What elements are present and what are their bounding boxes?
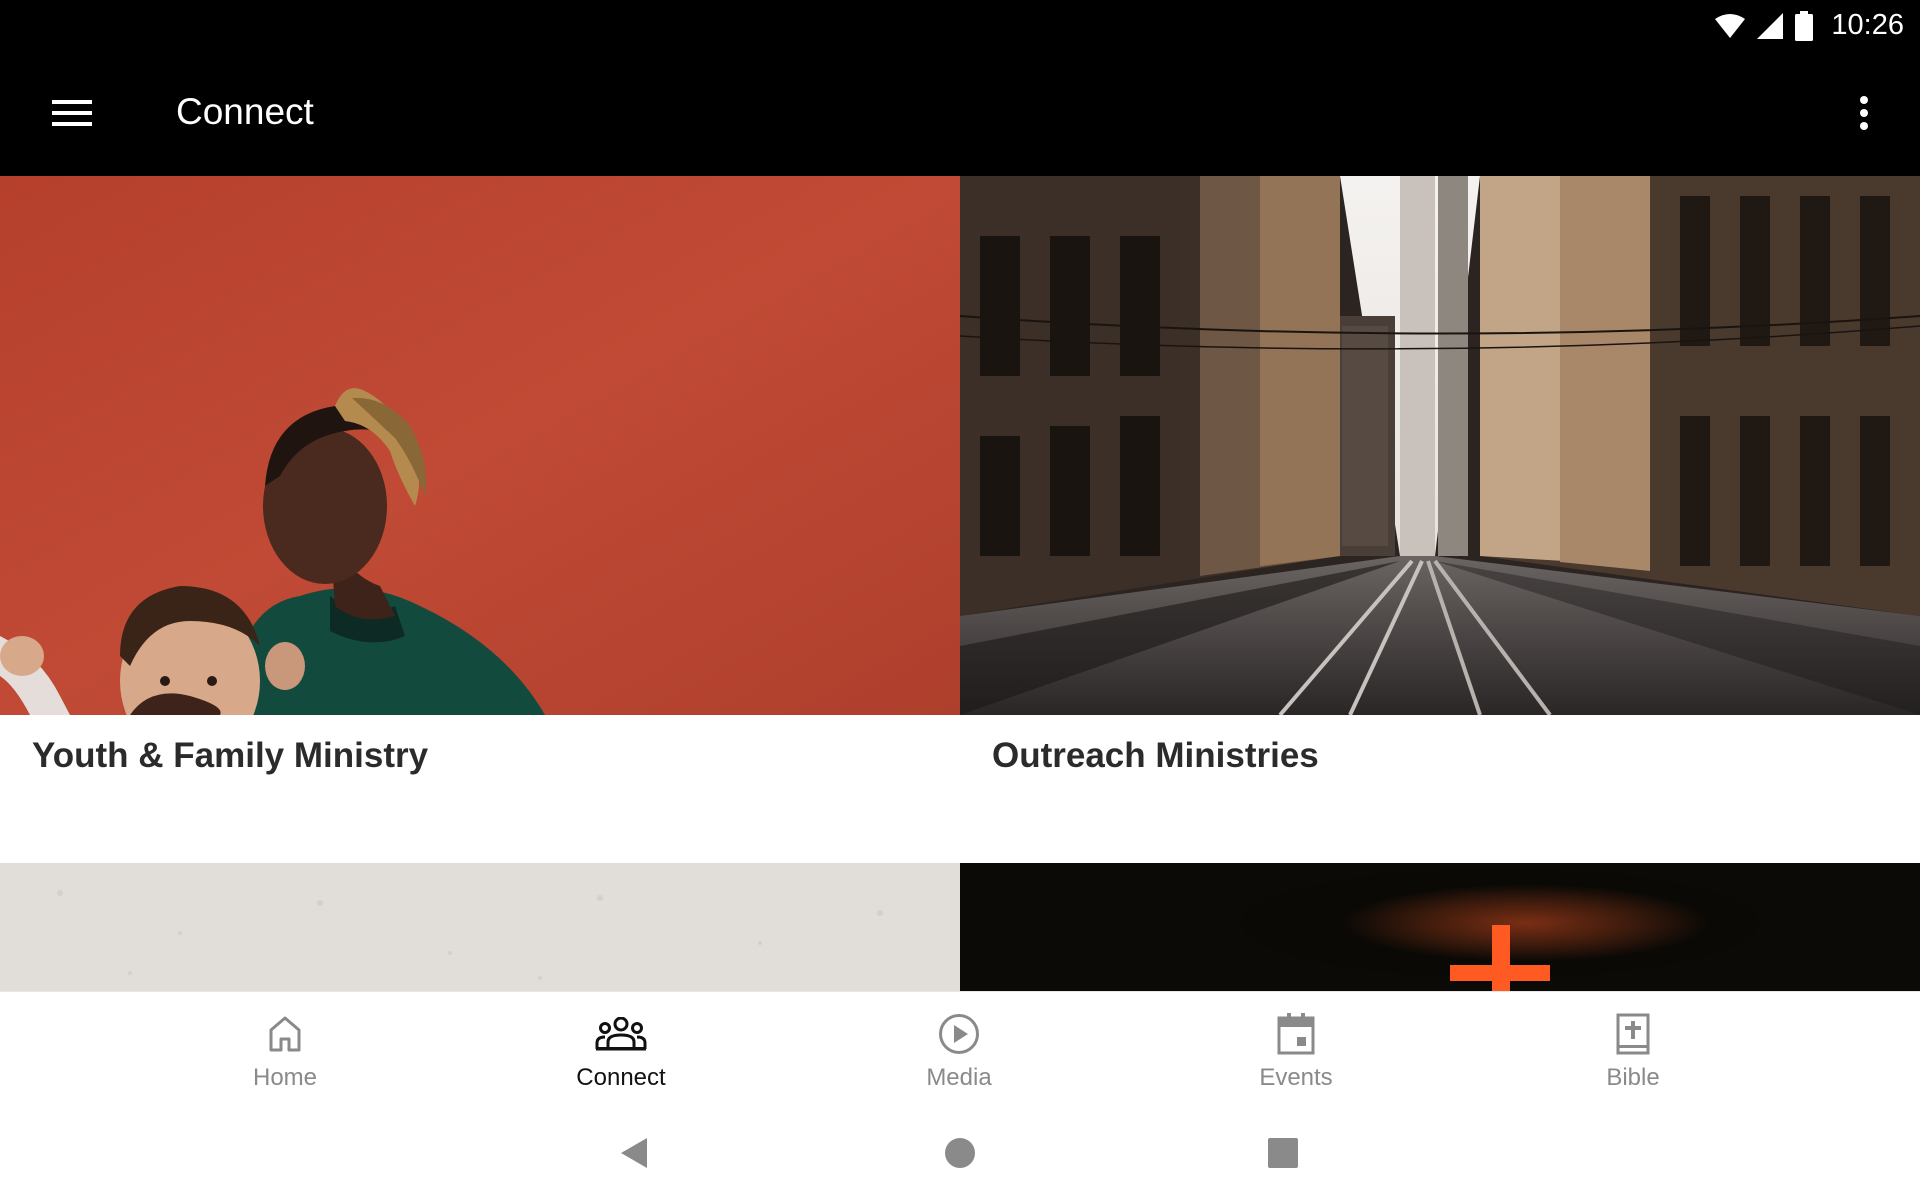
card-3[interactable]	[0, 863, 960, 991]
system-navigation-bar	[0, 1105, 1920, 1200]
card-outreach-ministries[interactable]: Outreach Ministries	[960, 176, 1920, 863]
card-youth-family-ministry[interactable]: Youth & Family Ministry	[0, 176, 960, 863]
hamburger-menu-button[interactable]	[36, 81, 108, 145]
home-circle-icon	[945, 1138, 975, 1168]
battery-icon	[1795, 10, 1814, 41]
card-image	[0, 176, 960, 715]
nav-label: Bible	[1606, 1064, 1660, 1091]
system-back-button[interactable]	[604, 1125, 664, 1181]
card-image	[960, 176, 1920, 715]
status-bar: 10:26	[0, 0, 1920, 51]
system-home-button[interactable]	[930, 1125, 990, 1181]
card-image	[0, 863, 960, 991]
recents-icon	[1268, 1138, 1298, 1168]
card-image	[960, 863, 1920, 991]
wifi-icon	[1715, 13, 1746, 38]
ministry-grid: Youth & Family Ministry Outreach Ministr…	[0, 176, 1920, 991]
card-4[interactable]	[960, 863, 1920, 991]
father-and-baby-photo	[0, 176, 960, 715]
play-circle-icon	[938, 1012, 980, 1056]
groups-icon	[595, 1012, 647, 1056]
city-street-photo	[960, 176, 1920, 715]
concrete-texture-photo	[0, 863, 960, 991]
nav-connect[interactable]: Connect	[521, 992, 721, 1106]
status-icons: 10:26	[1715, 0, 1904, 51]
card-title: Outreach Ministries	[992, 736, 1319, 775]
nav-bible[interactable]: Bible	[1533, 992, 1733, 1106]
app-bar: Connect	[0, 51, 1920, 176]
home-icon	[268, 1012, 302, 1056]
system-recents-button[interactable]	[1253, 1125, 1313, 1181]
calendar-icon	[1277, 1012, 1315, 1056]
nav-label: Media	[926, 1064, 992, 1091]
back-icon	[621, 1138, 647, 1168]
nav-media[interactable]: Media	[859, 992, 1059, 1106]
glowing-cross-photo	[960, 863, 1920, 991]
overflow-menu-button[interactable]	[1836, 81, 1892, 145]
nav-label: Home	[252, 1064, 318, 1091]
hamburger-menu-icon	[52, 100, 92, 126]
signal-icon	[1757, 12, 1784, 39]
nav-label: Connect	[576, 1064, 666, 1091]
nav-label: Events	[1259, 1064, 1333, 1091]
page-title: Connect	[176, 91, 314, 132]
bible-icon	[1616, 1012, 1650, 1056]
clock: 10:26	[1831, 9, 1904, 41]
nav-home[interactable]: Home	[185, 992, 385, 1106]
bottom-navigation: Home Connect Media Events Bible	[0, 991, 1920, 1105]
card-title: Youth & Family Ministry	[32, 736, 429, 775]
more-vert-icon	[1860, 96, 1868, 130]
nav-events[interactable]: Events	[1196, 992, 1396, 1106]
